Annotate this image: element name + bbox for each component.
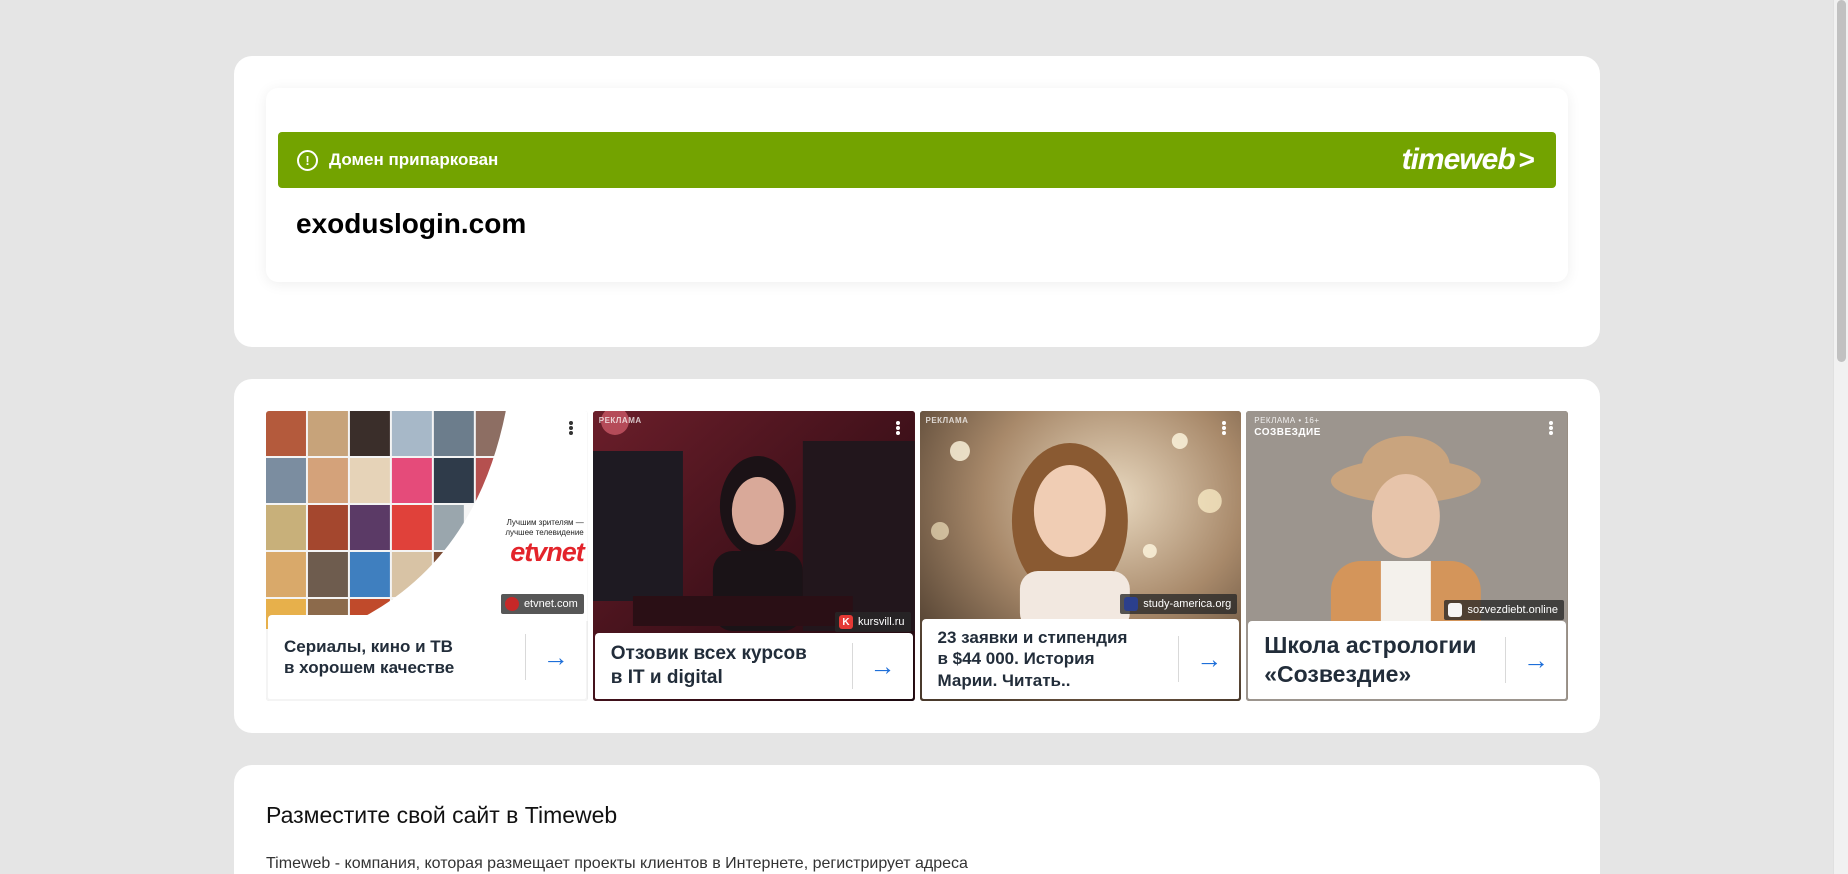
timeweb-logo-link[interactable]: timeweb > [1401, 143, 1535, 177]
ad-source-badge: study-america.org [1120, 594, 1238, 614]
scrollbar-thumb[interactable] [1837, 0, 1846, 362]
parked-card: ! Домен припаркован timeweb > exoduslogi… [266, 88, 1568, 282]
ad-menu-icon[interactable] [566, 419, 576, 437]
arrow-right-icon[interactable]: → [526, 642, 586, 673]
ad-label: РЕКЛАМА [925, 416, 969, 425]
ad-label: РЕКЛАМА [598, 416, 642, 425]
ad-footer[interactable]: 23 заявки и стипендия в $44 000. История… [921, 619, 1240, 699]
parked-status-text: Домен припаркован [329, 150, 499, 169]
ad-tagline-1: Лучшим зрителям — [506, 518, 584, 527]
ad-card-study-america[interactable]: РЕКЛАМА study-america.org 23 заявки и ст… [919, 411, 1242, 701]
info-icon: ! [297, 149, 318, 171]
ad-title: 23 заявки и стипендия в $44 000. История… [937, 628, 1128, 690]
ad-menu-icon[interactable] [893, 419, 903, 437]
ad-card-kursvill[interactable]: РЕКЛАМА K kursvill.ru Отзовик всех курсо… [592, 411, 915, 701]
ad-footer[interactable]: Отзовик всех курсов в IT и digital → [594, 633, 913, 699]
etvnet-icon [504, 597, 519, 611]
ad-card-sozvezdie[interactable]: РЕКЛАМА • 16+ СОЗВЕЗДИЕ sozvezdiebt.onli… [1246, 411, 1568, 701]
chevron-right-icon: > [1518, 144, 1535, 175]
arrow-right-icon[interactable]: → [1506, 645, 1566, 676]
ad-source-badge: sozvezdiebt.online [1444, 600, 1564, 620]
flag-icon [1124, 597, 1139, 611]
ads-section: Лучшим зрителям — лучшее телевидение etv… [234, 379, 1600, 733]
hosting-section: Разместите свой сайт в Timeweb Timeweb -… [234, 765, 1600, 874]
arrow-right-icon[interactable]: → [1179, 644, 1239, 675]
ad-source-badge: K kursvill.ru [835, 612, 911, 632]
parked-section: ! Домен припаркован timeweb > exoduslogi… [234, 56, 1600, 347]
domain-name: exoduslogin.com [296, 208, 527, 239]
ad-footer[interactable]: Школа астрологии «Созвездие» → [1248, 621, 1566, 699]
page-scrollbar[interactable] [1833, 0, 1848, 874]
sozvezdie-icon [1448, 603, 1463, 617]
ad-footer[interactable]: Сериалы, кино и ТВ в хорошем качестве → [268, 615, 586, 699]
sozvezdie-logo: СОЗВЕЗДИЕ [1254, 427, 1321, 438]
ad-label: РЕКЛАМА • 16+ [1254, 416, 1320, 425]
ad-menu-icon[interactable] [1219, 419, 1229, 437]
ad-menu-icon[interactable] [1546, 419, 1556, 437]
kursvill-icon: K [839, 615, 854, 629]
ad-card-etvnet[interactable]: Лучшим зрителям — лучшее телевидение etv… [266, 411, 588, 701]
ad-title: Сериалы, кино и ТВ в хорошем качестве [284, 636, 455, 677]
ad-title: Школа астрологии «Созвездие» [1264, 632, 1477, 687]
ad-title: Отзовик всех курсов в IT и digital [610, 643, 807, 688]
hosting-title: Разместите свой сайт в Timeweb [266, 802, 618, 828]
etvnet-logo: etvnet [510, 537, 585, 568]
hosting-description: Timeweb - компания, которая размещает пр… [266, 855, 968, 872]
timeweb-logo: timeweb [1401, 143, 1516, 176]
parked-banner: ! Домен припаркован timeweb > [278, 132, 1556, 188]
ad-source-badge: etvnet.com [500, 594, 584, 614]
arrow-right-icon[interactable]: → [853, 651, 913, 682]
ad-tagline-2: лучшее телевидение [505, 527, 584, 537]
